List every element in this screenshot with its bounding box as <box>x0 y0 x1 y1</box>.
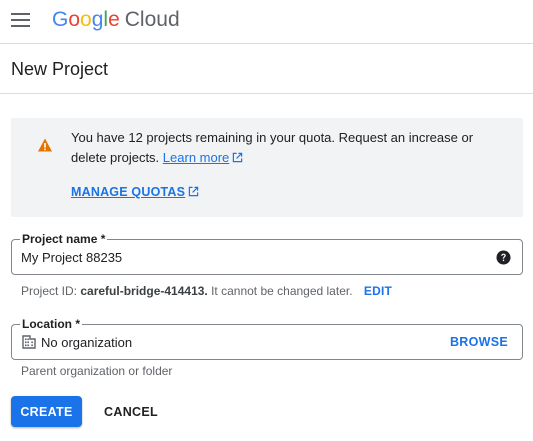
project-id-value: careful-bridge-414413. <box>80 284 208 298</box>
google-cloud-logo[interactable]: Google Cloud <box>52 8 180 32</box>
browse-button[interactable]: BROWSE <box>450 335 508 349</box>
location-field[interactable]: Location * No organization BROWSE <box>11 317 523 360</box>
project-name-input[interactable] <box>21 250 481 265</box>
top-bar: Google Cloud <box>0 0 533 44</box>
location-value: No organization <box>41 335 133 350</box>
quota-message: You have 12 projects remaining in your q… <box>71 130 474 165</box>
main-menu-icon[interactable] <box>11 13 30 27</box>
external-link-icon <box>188 186 199 197</box>
external-link-icon <box>233 152 243 163</box>
help-icon[interactable] <box>496 250 511 265</box>
warning-icon <box>38 138 52 152</box>
create-button[interactable]: CREATE <box>11 396 82 427</box>
quota-alert-text: You have 12 projects remaining in your q… <box>71 128 501 168</box>
learn-more-link[interactable]: Learn more <box>163 150 243 165</box>
quota-alert: You have 12 projects remaining in your q… <box>11 118 523 217</box>
cancel-button[interactable]: CANCEL <box>96 396 166 427</box>
manage-quotas-link[interactable]: MANAGE QUOTAS <box>71 185 199 199</box>
page-title: New Project <box>11 59 109 79</box>
location-label: Location * <box>20 317 83 331</box>
location-hint: Parent organization or folder <box>21 364 173 378</box>
project-name-label: Project name * <box>20 232 108 246</box>
title-row: New Project <box>0 44 533 94</box>
edit-project-id-button[interactable]: EDIT <box>364 284 392 298</box>
project-id-hint: Project ID: careful-bridge-414413. It ca… <box>21 284 393 298</box>
project-name-field[interactable]: Project name * <box>11 232 523 275</box>
organization-icon <box>22 335 36 349</box>
